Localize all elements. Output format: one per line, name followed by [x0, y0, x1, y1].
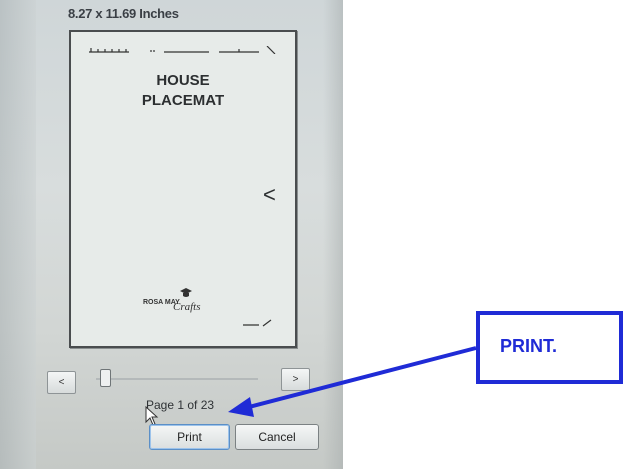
page-slider-track[interactable]	[96, 378, 258, 380]
print-callout: PRINT.	[476, 311, 623, 384]
chevron-left-icon: <	[263, 182, 276, 207]
screen-photo: 8.27 x 11.69 Inches HOUSE PLACEMAT < ROS…	[0, 0, 343, 469]
cancel-button[interactable]: Cancel	[235, 424, 319, 450]
next-page-button[interactable]: >	[281, 368, 310, 391]
print-button[interactable]: Print	[149, 424, 230, 450]
preview-title-line-2: PLACEMAT	[141, 92, 225, 109]
page-slider-thumb[interactable]	[100, 369, 111, 387]
signature-mark	[243, 319, 272, 327]
paper-size-label: 8.27 x 11.69 Inches	[68, 6, 179, 21]
previous-page-button[interactable]: <	[47, 371, 76, 394]
logo-script: Crafts	[173, 301, 201, 313]
page-preview: HOUSE PLACEMAT < ROSA MAY Crafts	[69, 30, 297, 348]
cursor-icon	[145, 406, 159, 426]
callout-label: PRINT.	[500, 336, 558, 356]
logo-hat-icon	[180, 288, 192, 297]
preview-title-line-1: HOUSE	[156, 72, 210, 89]
ruler-marks	[89, 46, 276, 54]
rosa-may-logo: ROSA MAY Crafts	[143, 287, 223, 317]
